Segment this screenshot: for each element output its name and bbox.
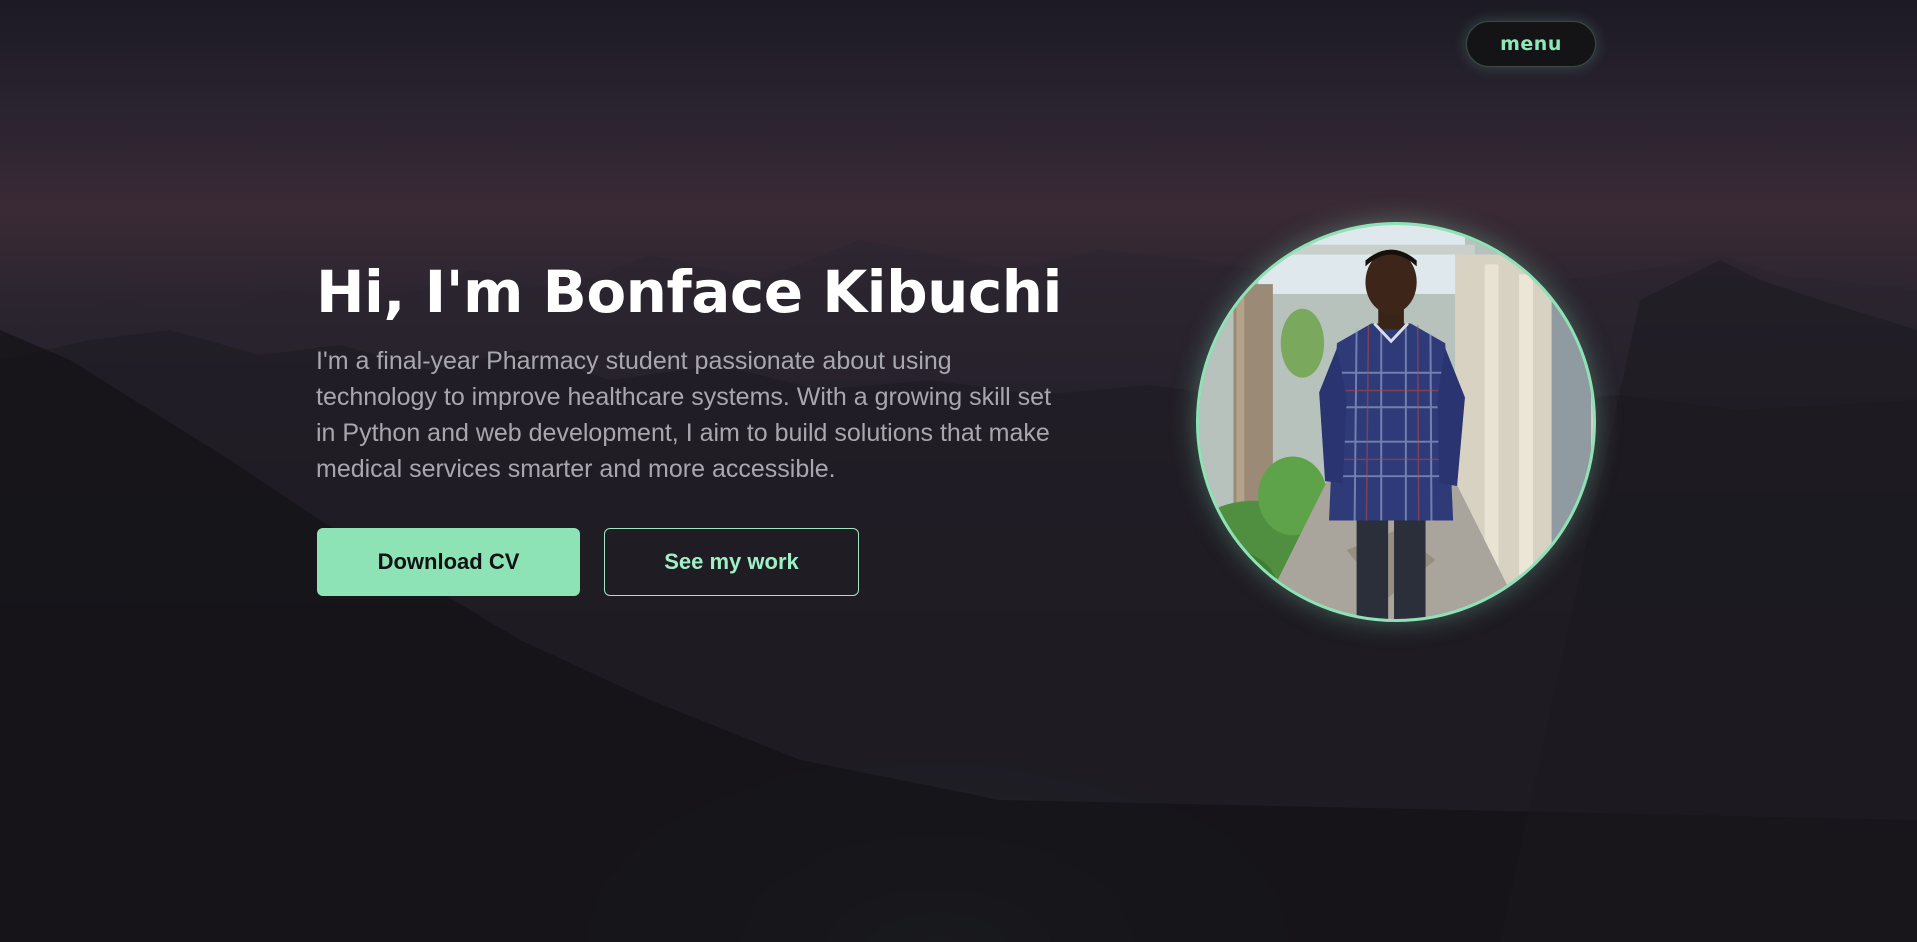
hero-description: I'm a final-year Pharmacy student passio… [316, 347, 1052, 483]
download-cv-button[interactable]: Download CV [317, 528, 580, 596]
profile-photo-illustration [1199, 225, 1593, 619]
hero-page: menu Hi, I'm Bonface Kibuchi I'm a final… [0, 0, 1917, 942]
profile-photo [1196, 222, 1596, 622]
menu-button[interactable]: menu [1466, 21, 1596, 67]
see-my-work-button[interactable]: See my work [604, 528, 859, 596]
hero-title: Hi, I'm Bonface Kibuchi [316, 258, 1062, 326]
